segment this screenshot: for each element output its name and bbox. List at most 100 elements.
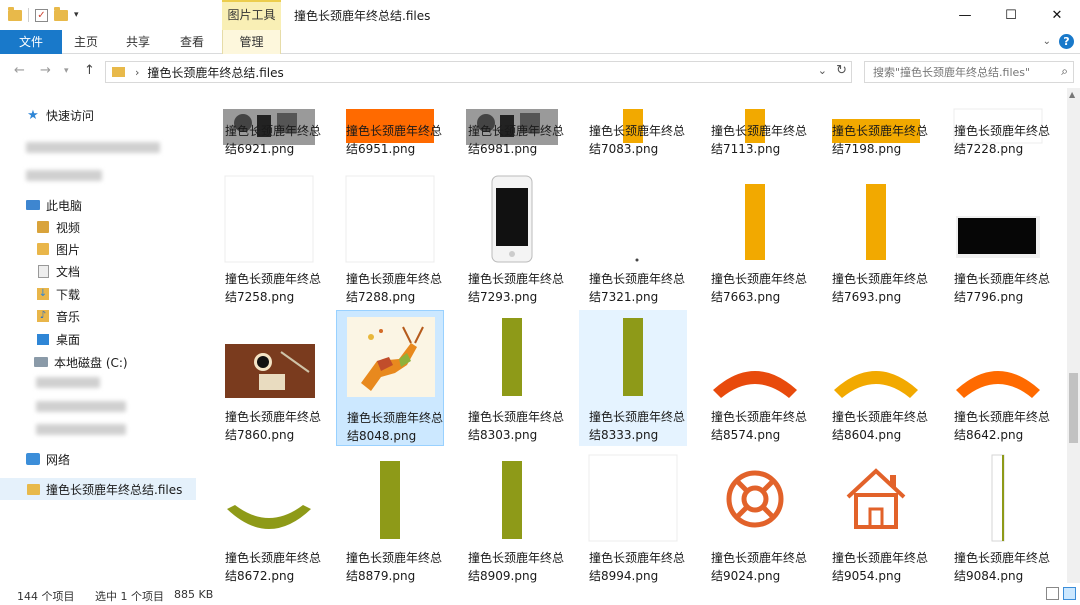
selection-count: 选中 1 个项目 (95, 590, 164, 603)
file-tile[interactable]: 撞色长颈鹿年终总 结9024.png (701, 451, 809, 583)
recent-locations-icon[interactable]: ▾ (64, 66, 69, 76)
help-icon[interactable]: ? (1059, 34, 1074, 49)
file-tile[interactable]: 撞色长颈鹿年终总 结7796.png (944, 172, 1052, 308)
refresh-icon[interactable]: ↻ (836, 63, 847, 78)
sidebar-item-label: 桌面 (56, 332, 81, 347)
thin-bar-thumbnail (991, 454, 1005, 542)
star-icon: ★ (27, 107, 39, 123)
redacted-item[interactable] (36, 377, 100, 388)
details-view-icon[interactable] (1046, 587, 1059, 600)
file-tile[interactable]: 撞色长颈鹿年终总 结8909.png (458, 451, 566, 583)
properties-icon[interactable]: ✓ (35, 8, 48, 22)
breadcrumb[interactable]: 撞色长颈鹿年终总结.files (147, 64, 283, 81)
file-name: 撞色长颈鹿年终总 结9084.png (954, 551, 1051, 583)
file-tile[interactable]: 撞色长颈鹿年终总 结7860.png (215, 310, 323, 446)
tab-home[interactable]: 主页 (62, 30, 110, 54)
file-name: 撞色长颈鹿年终总 结7321.png (589, 272, 686, 304)
sidebar-item-desktop[interactable]: 桌面 (0, 328, 205, 350)
maximize-button[interactable]: ☐ (988, 0, 1034, 30)
file-name: 撞色长颈鹿年终总 结7258.png (225, 272, 322, 304)
tab-file[interactable]: 文件 (0, 30, 62, 54)
address-bar[interactable]: › 撞色长颈鹿年终总结.files ⌄ ↻ (105, 61, 852, 83)
file-tile[interactable]: 撞色长颈鹿年终总 结8672.png (215, 451, 323, 583)
sidebar-item-music[interactable]: ♪ 音乐 (0, 305, 205, 327)
file-tile[interactable]: 撞色长颈鹿年终总 结8642.png (944, 310, 1052, 446)
file-tile[interactable]: 撞色长颈鹿年终总 结7288.png (336, 172, 444, 308)
vertical-scrollbar[interactable]: ▲ (1067, 88, 1080, 583)
file-name: 撞色长颈鹿年终总 结8642.png (954, 410, 1051, 442)
sidebar-item-local-disk[interactable]: 本地磁盘 (C:) (0, 351, 205, 373)
chevron-down-icon[interactable]: ⌄ (818, 64, 827, 77)
item-count: 144 个项目 (17, 590, 75, 603)
blank-white-thumbnail (345, 175, 435, 263)
scroll-up-icon[interactable]: ▲ (1069, 90, 1075, 99)
file-name: 撞色长颈鹿年终总 结7663.png (711, 272, 808, 304)
up-icon[interactable]: ↑ (84, 63, 95, 78)
customize-toolbar-icon[interactable]: ▾ (74, 10, 79, 20)
file-tile[interactable]: 撞色长颈鹿年终总 结9084.png (944, 451, 1052, 583)
file-tile[interactable]: 撞色长颈鹿年终总 结8604.png (822, 310, 930, 446)
file-tile[interactable]: 撞色长颈鹿年终总 结7258.png (215, 172, 323, 308)
redacted-item[interactable] (26, 142, 160, 153)
tab-share[interactable]: 共享 (114, 30, 162, 54)
tab-manage[interactable]: 管理 (222, 30, 281, 54)
redacted-item[interactable] (36, 424, 126, 435)
scroll-thumb[interactable] (1069, 373, 1078, 443)
file-name: 撞色长颈鹿年终总 结8048.png (347, 411, 444, 443)
expand-ribbon-icon[interactable]: ⌄ (1043, 36, 1051, 47)
file-tile-selected[interactable]: 撞色长颈鹿年终总 结8048.png (336, 310, 444, 446)
sidebar-item-quick-access[interactable]: ★ 快速访问 (0, 104, 205, 126)
file-name: 撞色长颈鹿年终总 结7113.png (711, 124, 808, 156)
file-tile[interactable]: 撞色长颈鹿年终总 结8879.png (336, 451, 444, 583)
sidebar-item-videos[interactable]: 视频 (0, 216, 205, 238)
file-name: 撞色长颈鹿年终总 结8672.png (225, 551, 322, 583)
large-icons-view-icon[interactable] (1063, 587, 1076, 600)
sidebar-item-current-folder[interactable]: 撞色长颈鹿年终总结.files (0, 478, 196, 500)
search-icon[interactable]: ⌕ (1061, 64, 1068, 79)
file-tile[interactable]: 撞色长颈鹿年终总 结7293.png (458, 172, 566, 308)
sidebar-item-downloads[interactable]: ↓ 下载 (0, 283, 205, 305)
file-tile-hover[interactable]: 撞色长颈鹿年终总 结8333.png (579, 310, 687, 446)
navigation-pane: ★ 快速访问 此电脑 视频 图片 文档 ↓ 下载 ♪ 音乐 桌面 本地磁盘 (C… (0, 88, 205, 583)
sidebar-item-network[interactable]: 网络 (0, 448, 205, 470)
selection-size: 885 KB (174, 588, 214, 601)
orange-arc-thumbnail (713, 371, 797, 398)
file-tile[interactable]: 撞色长颈鹿年终总 结8303.png (458, 310, 566, 446)
forward-icon[interactable]: → (40, 63, 51, 78)
back-icon[interactable]: ← (14, 63, 25, 78)
file-tile[interactable]: 撞色长颈鹿年终总 结8574.png (701, 310, 809, 446)
sidebar-item-label: 音乐 (56, 309, 81, 324)
file-tile[interactable]: 撞色长颈鹿年终总 结7693.png (822, 172, 930, 308)
yellow-bar-thumbnail (866, 184, 886, 260)
chevron-right-icon[interactable]: › (135, 66, 139, 79)
file-tile[interactable]: 撞色长颈鹿年终总 结7663.png (701, 172, 809, 308)
file-name: 撞色长颈鹿年终总 结8604.png (832, 410, 929, 442)
file-tile[interactable]: 撞色长颈鹿年终总 结7321.png (579, 172, 687, 308)
pictures-folder-icon (37, 243, 49, 255)
file-name: 撞色长颈鹿年终总 结7693.png (832, 272, 929, 304)
olive-bar-thumbnail (380, 461, 400, 539)
sidebar-item-label: 本地磁盘 (C:) (54, 355, 128, 370)
new-folder-icon[interactable] (54, 6, 68, 21)
minimize-button[interactable]: — (942, 0, 988, 30)
search-input[interactable] (865, 62, 1045, 82)
search-box[interactable]: ⌕ (864, 61, 1074, 83)
file-tile[interactable]: 撞色长颈鹿年终总 结9054.png (822, 451, 930, 583)
close-button[interactable]: ✕ (1034, 0, 1080, 30)
download-icon: ↓ (37, 288, 49, 300)
sidebar-item-label: 图片 (56, 242, 81, 257)
folder-icon[interactable] (8, 6, 22, 21)
file-name: 撞色长颈鹿年终总 结8303.png (468, 410, 565, 442)
file-tile[interactable]: 撞色长颈鹿年终总 结8994.png (579, 451, 687, 583)
picture-tools-context-label: 图片工具 (222, 0, 281, 30)
sidebar-item-pictures[interactable]: 图片 (0, 238, 205, 260)
redacted-item[interactable] (36, 401, 126, 412)
file-name: 撞色长颈鹿年终总 结7796.png (954, 272, 1051, 304)
olive-arc-thumbnail (227, 505, 311, 529)
window-title: 撞色长颈鹿年终总结.files (294, 9, 431, 23)
sidebar-item-this-pc[interactable]: 此电脑 (0, 194, 205, 216)
sidebar-item-documents[interactable]: 文档 (0, 260, 205, 282)
olive-bar-thumbnail (623, 318, 643, 396)
tab-view[interactable]: 查看 (166, 30, 218, 54)
redacted-item[interactable] (26, 170, 102, 181)
